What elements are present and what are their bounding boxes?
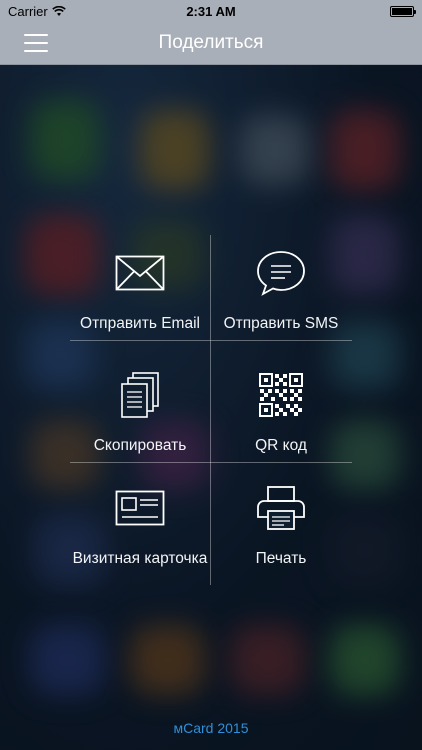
send-sms-button[interactable]: Отправить SMS [211, 235, 351, 351]
business-card-button[interactable]: Визитная карточка [70, 470, 210, 586]
copy-button[interactable]: Скопировать [70, 357, 210, 473]
print-button[interactable]: Печать [211, 470, 351, 586]
send-email-button[interactable]: Отправить Email [70, 235, 210, 351]
send-sms-label: Отправить SMS [223, 315, 339, 332]
share-options-grid: Отправить Email Отправить SMS Скопироват… [70, 235, 352, 585]
send-email-label: Отправить Email [80, 315, 200, 332]
navigation-bar: Поделиться [0, 22, 422, 65]
hamburger-menu-icon[interactable] [24, 34, 48, 52]
copy-documents-icon [120, 365, 160, 425]
qr-code-icon [258, 365, 304, 425]
print-label: Печать [255, 550, 307, 567]
business-card-icon [115, 478, 165, 538]
chat-bubble-icon [256, 243, 306, 303]
carrier-label: Carrier [8, 3, 48, 19]
business-card-label: Визитная карточка [72, 550, 208, 567]
battery-icon [390, 5, 416, 17]
qr-code-button[interactable]: QR код [211, 357, 351, 473]
qr-code-label: QR код [255, 437, 307, 454]
printer-icon [254, 478, 308, 538]
status-bar: Carrier 2:31 AM [0, 0, 422, 22]
wifi-icon [51, 5, 66, 16]
footer-copyright: мCard 2015 [173, 720, 249, 736]
envelope-icon [115, 243, 165, 303]
copy-label: Скопировать [93, 437, 187, 454]
page-title: Поделиться [158, 32, 264, 53]
